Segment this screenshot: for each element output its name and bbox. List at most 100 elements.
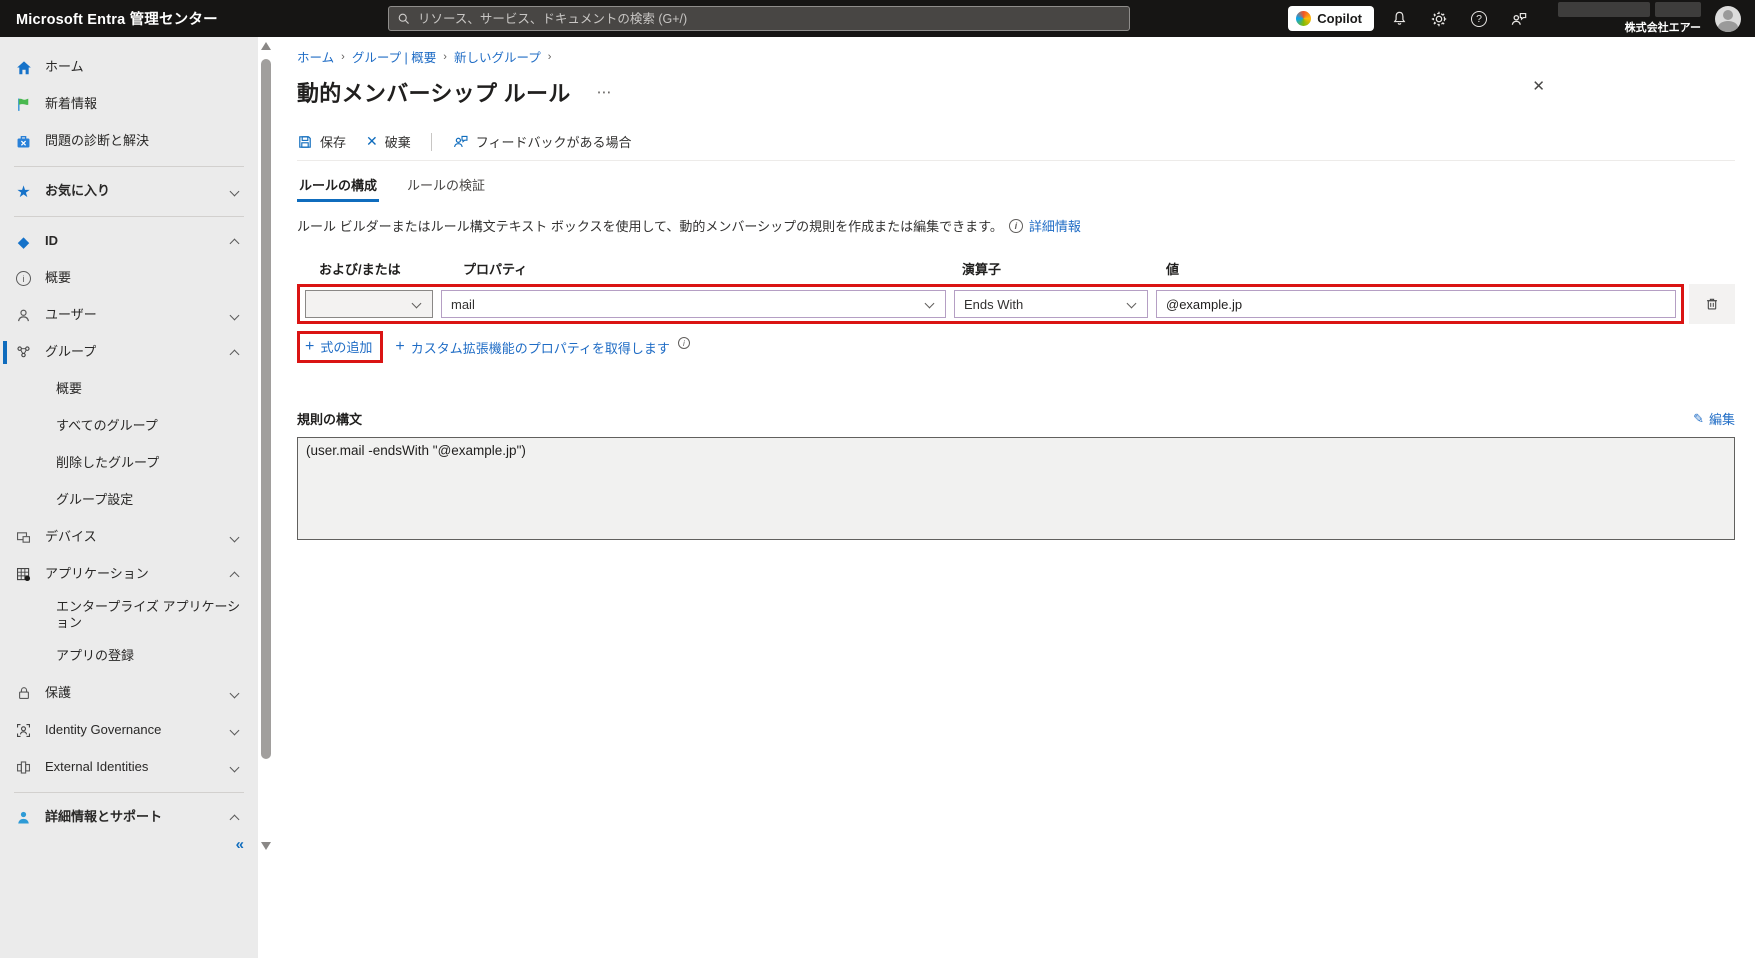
sidebar-nav: ホーム 新着情報 問題の診断と解決 ★ お気に入り ◆ ID: [0, 37, 258, 958]
header-operator: 演算子: [958, 259, 1160, 278]
and-or-dropdown[interactable]: [305, 290, 433, 318]
sidebar-item-groups[interactable]: グループ: [0, 334, 258, 371]
breadcrumb-home[interactable]: ホーム: [297, 47, 334, 66]
chevron-down-icon: [230, 725, 240, 735]
command-bar: 保存 ✕ 破棄 フィードバックがある場合: [297, 132, 1735, 161]
search-input[interactable]: [418, 12, 1121, 26]
edit-syntax-button[interactable]: ✎ 編集: [1693, 409, 1735, 428]
chevron-down-icon: [925, 299, 935, 309]
breadcrumb-new-group[interactable]: 新しいグループ: [454, 47, 541, 66]
sidebar-item-all-groups[interactable]: すべてのグループ: [0, 408, 258, 445]
sidebar-item-label: ホーム: [45, 59, 244, 75]
support-person-icon: [14, 809, 33, 826]
sidebar-item-whats-new[interactable]: 新着情報: [0, 86, 258, 123]
plus-icon: +: [305, 339, 314, 355]
scrollbar-thumb[interactable]: [261, 59, 271, 759]
settings-button[interactable]: [1424, 4, 1454, 34]
get-custom-extension-properties-button[interactable]: + カスタム拡張機能のプロパティを取得します i: [395, 338, 690, 357]
property-dropdown[interactable]: mail: [441, 290, 946, 318]
top-bar: Microsoft Entra 管理センター Copilot ?: [0, 0, 1755, 37]
feedback-link-button[interactable]: フィードバックがある場合: [452, 132, 632, 151]
pencil-icon: ✎: [1693, 411, 1704, 427]
add-expression-highlight-box: + 式の追加: [297, 331, 383, 363]
tab-rule-configuration[interactable]: ルールの構成: [297, 169, 379, 202]
discard-button[interactable]: ✕ 破棄: [366, 132, 411, 151]
devices-icon: [14, 529, 33, 546]
rule-row-highlight-box: mail Ends With: [297, 284, 1684, 324]
feedback-icon: [1510, 10, 1528, 28]
avatar[interactable]: [1715, 6, 1741, 32]
sidebar-item-id[interactable]: ◆ ID: [0, 223, 258, 260]
sidebar-item-label: アプリケーション: [45, 566, 231, 582]
sidebar-item-learn-support[interactable]: 詳細情報とサポート: [0, 799, 258, 836]
sidebar-scrollbar[interactable]: [258, 37, 275, 958]
user-icon: [14, 307, 33, 324]
property-value: mail: [451, 297, 475, 312]
search-icon: [397, 12, 411, 26]
sidebar-item-external-identities[interactable]: External Identities: [0, 749, 258, 786]
groups-icon: [14, 344, 33, 361]
external-identities-icon: [14, 759, 33, 776]
account-info[interactable]: 株式会社エアー: [1558, 2, 1701, 35]
tab-rule-validation[interactable]: ルールの検証: [405, 169, 487, 202]
value-input[interactable]: [1157, 291, 1675, 317]
feedback-label: フィードバックがある場合: [476, 132, 632, 151]
sidebar-item-label: デバイス: [45, 529, 231, 545]
more-menu-icon[interactable]: ⋯: [597, 83, 614, 101]
sidebar-item-diagnose-solve[interactable]: 問題の診断と解決: [0, 123, 258, 160]
copilot-button[interactable]: Copilot: [1288, 6, 1374, 31]
global-search[interactable]: [388, 6, 1130, 31]
toolbox-icon: [14, 133, 33, 150]
sidebar-item-label: Identity Governance: [45, 722, 231, 738]
rule-builder-headers: および/または プロパティ 演算子 値: [309, 259, 1735, 278]
sidebar-item-protection[interactable]: 保護: [0, 675, 258, 712]
sidebar-item-label: 保護: [45, 685, 231, 701]
rule-row: mail Ends With: [297, 284, 1735, 324]
scroll-up-arrow-icon[interactable]: [261, 42, 271, 50]
sidebar-item-home[interactable]: ホーム: [0, 49, 258, 86]
chevron-down-icon: [230, 311, 240, 321]
info-icon: i: [678, 337, 690, 349]
breadcrumb-separator: ›: [443, 51, 447, 63]
copilot-label: Copilot: [1317, 11, 1362, 26]
rule-syntax-label: 規則の構文: [297, 409, 362, 428]
delete-rule-button[interactable]: [1689, 284, 1735, 324]
close-icon[interactable]: ✕: [1532, 77, 1545, 95]
sidebar-item-app-registrations[interactable]: アプリの登録: [0, 638, 258, 675]
sidebar-item-devices[interactable]: デバイス: [0, 519, 258, 556]
rule-syntax-code-box: (user.mail -endsWith "@example.jp"): [297, 437, 1735, 540]
sidebar-item-groups-overview[interactable]: 概要: [0, 371, 258, 408]
collapse-sidebar-button[interactable]: «: [236, 836, 244, 853]
sidebar-item-applications[interactable]: アプリケーション: [0, 556, 258, 593]
sidebar-item-label: グループ: [45, 344, 231, 360]
sidebar-item-label: 詳細情報とサポート: [45, 809, 231, 825]
sidebar-item-overview[interactable]: i 概要: [0, 260, 258, 297]
learn-more-link[interactable]: 詳細情報: [1029, 216, 1081, 235]
brand-title: Microsoft Entra 管理センター: [16, 8, 218, 29]
redacted-username-2: [1655, 2, 1701, 17]
discard-label: 破棄: [385, 132, 411, 151]
sidebar-item-group-settings[interactable]: グループ設定: [0, 482, 258, 519]
header-value: 値: [1160, 259, 1735, 278]
gear-icon: [1430, 10, 1448, 28]
feedback-button[interactable]: [1504, 4, 1534, 34]
breadcrumb-groups-overview[interactable]: グループ | 概要: [352, 47, 436, 66]
operator-dropdown[interactable]: Ends With: [954, 290, 1148, 318]
sidebar-item-identity-governance[interactable]: Identity Governance: [0, 712, 258, 749]
sidebar-item-favorites[interactable]: ★ お気に入り: [0, 173, 258, 210]
sidebar-item-deleted-groups[interactable]: 削除したグループ: [0, 445, 258, 482]
breadcrumb-separator: ›: [341, 51, 345, 63]
notifications-button[interactable]: [1384, 4, 1414, 34]
flag-icon: [14, 96, 33, 113]
sidebar-item-users[interactable]: ユーザー: [0, 297, 258, 334]
scroll-down-arrow-icon[interactable]: [261, 842, 271, 850]
sidebar-item-label: お気に入り: [45, 183, 231, 199]
identity-governance-icon: [14, 722, 33, 739]
chevron-down-icon: [230, 533, 240, 543]
save-button[interactable]: 保存: [297, 132, 346, 151]
header-property: プロパティ: [445, 259, 958, 278]
help-button[interactable]: ?: [1464, 4, 1494, 34]
feedback-person-icon: [452, 133, 469, 150]
sidebar-item-enterprise-applications[interactable]: エンタープライズ アプリケーション: [0, 593, 258, 638]
add-expression-button[interactable]: + 式の追加: [305, 337, 372, 356]
